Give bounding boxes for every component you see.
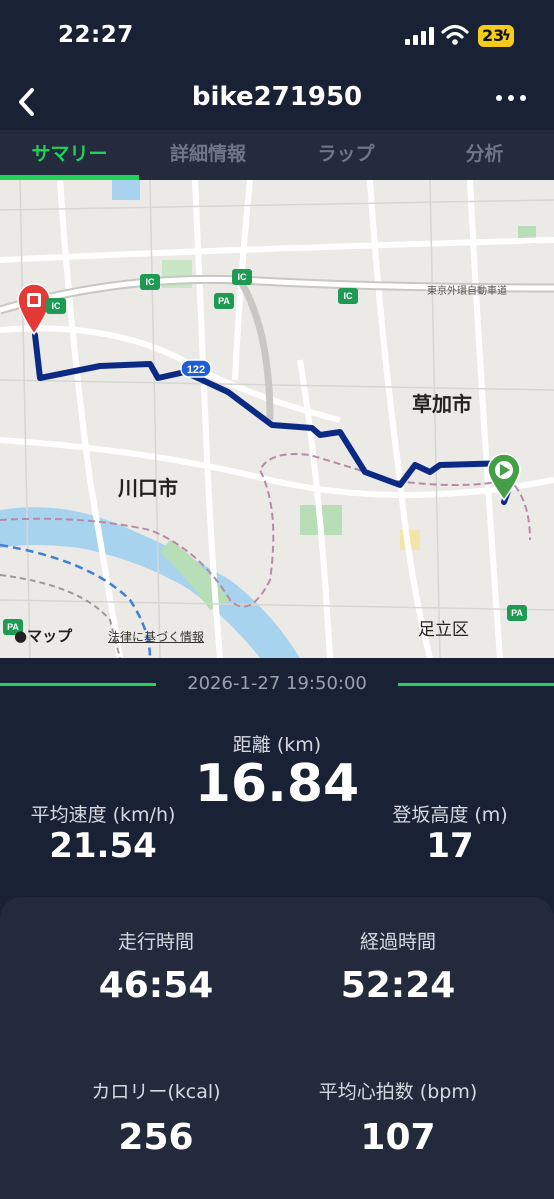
status-bar: 22:27 23 ϟ: [0, 0, 554, 75]
distance-value: 16.84: [194, 754, 360, 814]
apple-logo-icon: ●: [14, 627, 28, 645]
wifi-icon: [441, 24, 469, 50]
status-time: 22:27: [58, 22, 134, 48]
sohka-city-label: 草加市: [412, 392, 472, 416]
map-attribution: ●マップ: [14, 625, 72, 646]
tab-details[interactable]: 詳細情報: [139, 130, 277, 180]
elapsed-time-label: 経過時間: [359, 931, 436, 953]
battery-icon: 23 ϟ: [478, 25, 514, 47]
route-map[interactable]: IC IC IC IC PA PA PA 122 東京外環自動車道 草加市 川口…: [0, 180, 554, 658]
avg-heart-rate-value: 107: [360, 1117, 436, 1158]
moving-time-label: 走行時間: [117, 931, 194, 953]
avg-heart-rate-label: 平均心拍数 (bpm): [318, 1081, 478, 1103]
expressway-label: 東京外環自動車道: [427, 286, 507, 297]
tab-bar: サマリー 詳細情報 ラップ 分析: [0, 130, 554, 180]
map-brand-label: マップ: [27, 627, 73, 645]
tab-laps[interactable]: ラップ: [277, 130, 415, 180]
climb-label: 登坂高度 (m): [392, 804, 508, 826]
avg-speed-value: 21.54: [49, 826, 157, 866]
navigation-bar: bike271950: [0, 75, 554, 130]
map-canvas: IC IC IC IC PA PA PA 122: [0, 180, 554, 658]
activity-datetime: 2026-1-27 19:50:00: [187, 673, 367, 694]
tab-analysis[interactable]: 分析: [415, 130, 554, 180]
kawaguchi-city-label: 川口市: [118, 476, 178, 500]
distance-label: 距離 (km): [232, 734, 322, 756]
date-divider: 2026-1-27 19:50:00: [0, 670, 554, 700]
ic-badge: IC: [146, 277, 156, 287]
ic-badge: IC: [52, 301, 62, 311]
legal-info-link[interactable]: 法律に基づく情報: [108, 628, 204, 645]
route-shield: 122: [187, 364, 205, 376]
start-marker-icon: [487, 453, 521, 502]
pa-badge: PA: [511, 608, 523, 618]
elapsed-time-value: 52:24: [340, 965, 456, 1006]
page-title: bike271950: [191, 82, 363, 112]
calories-label: カロリー(kcal): [91, 1081, 221, 1103]
climb-value: 17: [426, 826, 474, 866]
avg-speed-label: 平均速度 (km/h): [30, 804, 176, 826]
more-options-button[interactable]: [494, 83, 528, 113]
cellular-signal-icon: [405, 27, 435, 45]
moving-time-value: 46:54: [98, 965, 214, 1006]
stats-panel: 走行時間 46:54 経過時間 52:24 カロリー(kcal) 256 平均心…: [0, 897, 554, 1199]
pa-badge: PA: [218, 296, 230, 306]
ic-badge: IC: [238, 272, 248, 282]
tab-summary[interactable]: サマリー: [0, 130, 139, 180]
adachi-ward-label: 足立区: [418, 620, 469, 640]
ic-badge: IC: [344, 291, 354, 301]
calories-value: 256: [118, 1117, 194, 1158]
